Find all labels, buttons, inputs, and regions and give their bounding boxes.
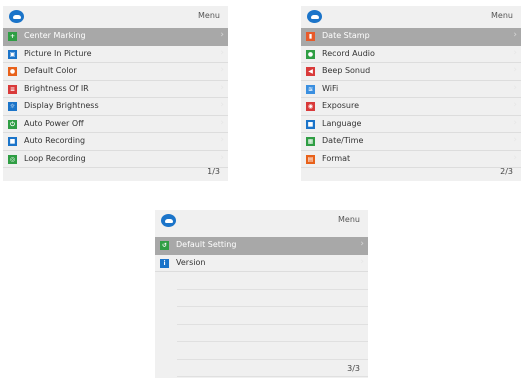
empty-menu-row [177,360,368,377]
page-indicator: 1/3 [207,167,220,176]
menu-item[interactable]: ↺ Default Setting › [155,237,368,255]
page-indicator: 2/3 [500,167,513,176]
menu-title: Menu [198,11,220,20]
chevron-right-icon: › [513,65,517,75]
menu-panel-2: Menu ▮ Date Stamp › ● Record Audio › ◀ Beep Son… [301,6,521,181]
menu-item-label: Loop Recording [24,153,86,163]
picture-in-picture-icon: ▣ [8,49,17,59]
chevron-right-icon: › [220,117,224,128]
video-camera-icon: ■ [8,137,17,146]
page-indicator: 3/3 [347,364,360,373]
wifi-icon: ≋ [306,84,315,94]
camera-logo-icon [9,10,24,23]
chevron-right-icon: › [513,30,517,40]
menu-item-label: Picture In Picture [24,48,92,58]
menu-item-label: Version [176,257,206,267]
chevron-right-icon: › [220,135,224,145]
menu-item-label: Language [322,118,362,128]
menu-item[interactable]: ▤ Format › [301,151,521,168]
reset-icon: ↺ [160,241,169,250]
microphone-icon: ● [306,49,315,59]
loop-record-icon: ◎ [8,154,17,164]
menu-item-label: Format [322,153,351,163]
menu-header: Menu [3,6,228,28]
format-icon: ▤ [306,154,315,164]
menu-item-label: Center Marking [24,31,86,40]
menu-item[interactable]: ■ Language › [301,116,521,133]
menu-item[interactable]: ☼ Display Brightness › [3,98,228,116]
menu-item-label: WiFi [322,83,339,93]
chevron-right-icon: › [220,47,224,58]
chevron-right-icon: › [513,152,517,163]
menu-item[interactable]: ≋ WiFi › [301,81,521,98]
palette-icon: ● [8,67,17,76]
menu-item[interactable]: ▦ Date/Time › [301,133,521,151]
chevron-right-icon: › [513,100,517,110]
menu-list: ↺ Default Setting › i Version › [155,237,368,377]
brightness-icon: ☼ [8,102,17,111]
language-icon: ■ [306,119,315,129]
menu-item[interactable]: i Version › [155,255,368,272]
menu-item[interactable]: ● Default Color › [3,63,228,81]
menu-item-label: Brightness Of IR [24,83,89,93]
menu-item[interactable]: + Center Marking › [3,28,228,46]
chevron-right-icon: › [513,135,517,145]
menu-item[interactable]: ≡ Brightness Of IR › [3,81,228,98]
menu-item-label: Date/Time [322,136,364,145]
empty-menu-row [177,290,368,307]
menu-title: Menu [338,215,360,224]
menu-header: Menu [301,6,521,28]
menu-panel-3: Menu ↺ Default Setting › i Version › 3/3 [155,210,368,378]
empty-menu-row [177,307,368,325]
menu-item-label: Record Audio [322,48,375,58]
speaker-icon: ◀ [306,67,315,76]
date-stamp-icon: ▮ [306,32,315,41]
ir-brightness-icon: ≡ [8,84,17,94]
chevron-right-icon: › [220,100,224,110]
menu-item[interactable]: ▣ Picture In Picture › [3,46,228,63]
chevron-right-icon: › [220,65,224,75]
chevron-right-icon: › [513,117,517,128]
chevron-right-icon: › [513,47,517,58]
menu-item[interactable]: ◉ Exposure › [301,98,521,116]
chevron-right-icon: › [220,152,224,163]
camera-logo-icon [161,214,176,227]
crosshair-icon: + [8,32,17,41]
menu-item-label: Default Color [24,66,77,75]
menu-title: Menu [491,11,513,20]
chevron-right-icon: › [360,239,364,249]
menu-item[interactable]: ◀ Beep Sonud › [301,63,521,81]
menu-item-label: Beep Sonud [322,66,371,75]
menu-item-label: Default Setting [176,240,237,249]
info-icon: i [160,258,169,268]
menu-list: ▮ Date Stamp › ● Record Audio › ◀ Beep Sonud › ≋ W… [301,28,521,168]
menu-panel-1: Menu + Center Marking › ▣ Picture In Picture… [3,6,228,181]
empty-menu-row [177,342,368,360]
menu-item-label: Display Brightness [24,101,99,110]
chevron-right-icon: › [220,82,224,93]
exposure-icon: ◉ [306,102,315,111]
power-icon: ⏻ [8,119,17,129]
empty-menu-row [177,325,368,342]
calendar-icon: ▦ [306,137,315,146]
menu-item[interactable]: ◎ Loop Recording › [3,151,228,168]
chevron-right-icon: › [360,256,364,267]
chevron-right-icon: › [220,30,224,40]
menu-item[interactable]: ■ Auto Recording › [3,133,228,151]
empty-menu-row [177,272,368,290]
menu-item-label: Auto Power Off [24,118,84,128]
menu-item[interactable]: ● Record Audio › [301,46,521,63]
chevron-right-icon: › [513,82,517,93]
menu-header: Menu [155,210,368,232]
menu-item-label: Date Stamp [322,31,370,40]
camera-logo-icon [307,10,322,23]
menu-item[interactable]: ⏻ Auto Power Off › [3,116,228,133]
menu-item-label: Exposure [322,101,360,110]
menu-list: + Center Marking › ▣ Picture In Picture › ● Def… [3,28,228,168]
menu-item[interactable]: ▮ Date Stamp › [301,28,521,46]
menu-item-label: Auto Recording [24,136,86,145]
